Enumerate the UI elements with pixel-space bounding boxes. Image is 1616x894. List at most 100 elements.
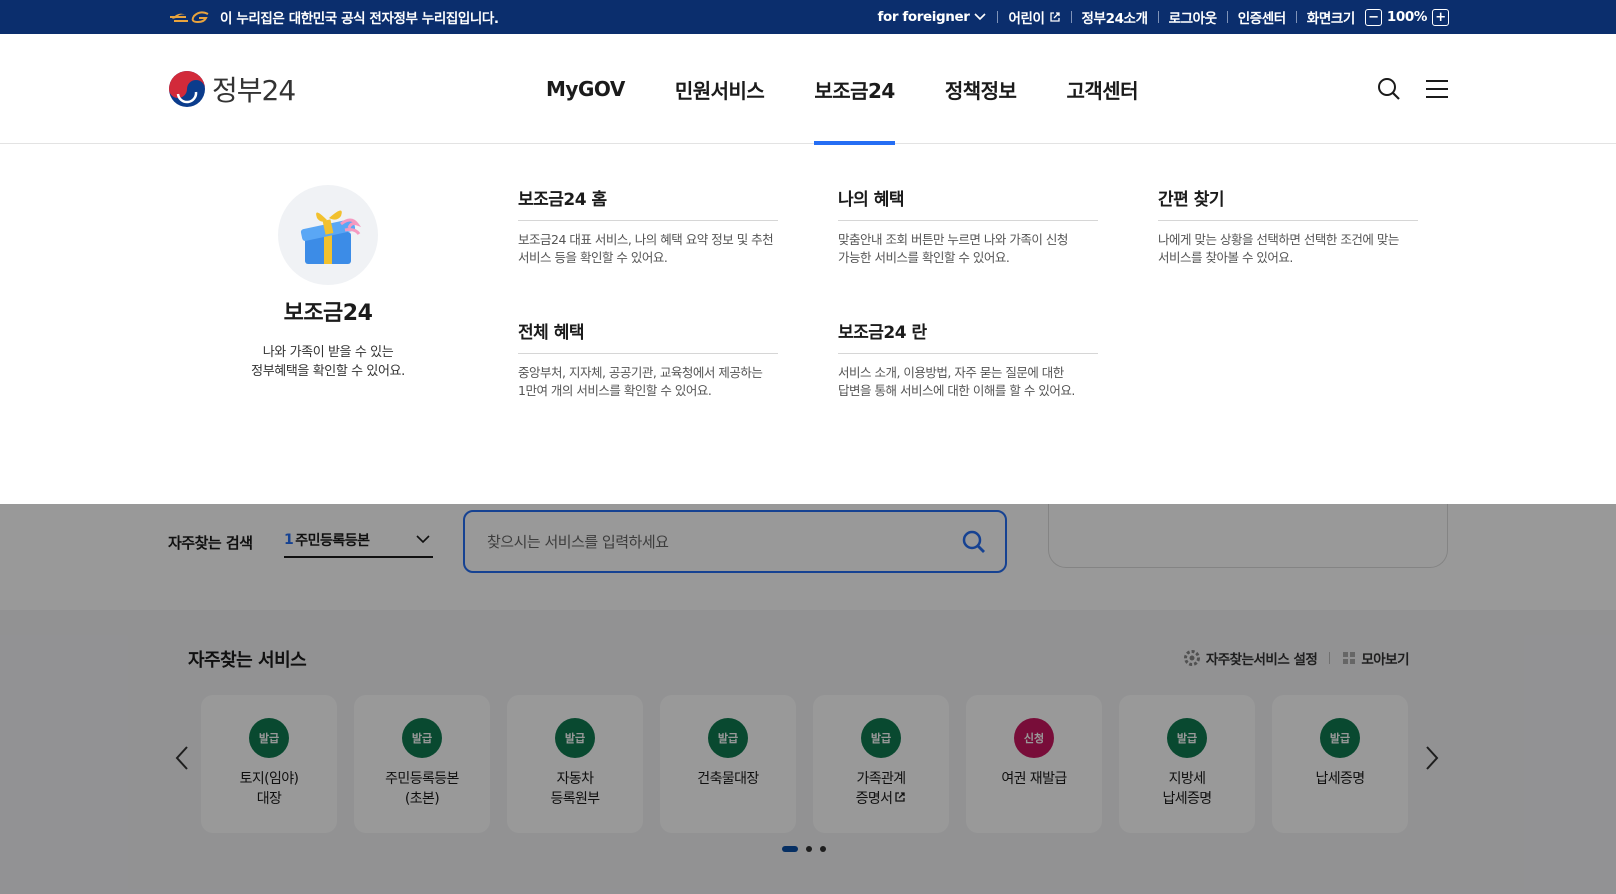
menu-subsidy24-home[interactable]: 보조금24 홈 보조금24 대표 서비스, 나의 혜택 요약 정보 및 추천 서비…: [518, 185, 778, 267]
mega-intro: 보조금24 나와 가족이 받을 수 있는 정부혜택을 확인할 수 있어요.: [228, 185, 428, 381]
service-name-line2: 납세증명: [1162, 791, 1212, 807]
settings-label: 자주찾는서비스 설정: [1205, 652, 1318, 668]
menu-item-desc: 보조금24 대표 서비스, 나의 혜택 요약 정보 및 추천서비스 등을 확인할…: [518, 231, 778, 267]
menu-item-title: 간편 찾기: [1158, 185, 1418, 221]
menu-item-desc-line1: 보조금24 대표 서비스, 나의 혜택 요약 정보 및 추천: [518, 232, 774, 247]
about-gov24-link[interactable]: 정부24소개: [1082, 7, 1148, 27]
service-search-box[interactable]: [463, 510, 1007, 573]
zoom-in-button[interactable]: +: [1432, 8, 1449, 26]
menu-subsidy24-about[interactable]: 보조금24 란 서비스 소개, 이용방법, 자주 묻는 질문에 대한 답변을 통해…: [838, 318, 1098, 400]
gov24-logo[interactable]: 정부24: [168, 69, 296, 109]
divider: [997, 11, 999, 23]
service-card[interactable]: 발급 자동차등록원부: [507, 695, 643, 833]
search-icon[interactable]: [961, 529, 987, 555]
frequent-search-select[interactable]: 1 주민등록등본: [284, 524, 433, 558]
service-name: 건축물대장: [697, 769, 759, 789]
main-content: 자주찾는 검색 1 주민등록등본 자주찾는 서비스 자주찾는서비스 설정: [0, 494, 1616, 894]
utility-links: for foreigner 어린이 정부24소개 로그아웃 인증센터 화면크기 …: [877, 0, 1449, 34]
zoom-value: 100%: [1386, 9, 1428, 25]
frequent-services-settings-button[interactable]: 자주찾는서비스 설정: [1183, 648, 1318, 668]
gear-icon: [1183, 650, 1200, 666]
service-search-input[interactable]: [485, 530, 945, 554]
service-name-line1: 여권 재발급: [1001, 771, 1067, 787]
menu-item-desc-line1: 나에게 맞는 상황을 선택하면 선택한 조건에 맞는: [1158, 232, 1399, 247]
service-name-line2: (초본): [404, 791, 440, 807]
arrow-left-icon[interactable]: [174, 744, 190, 772]
issue-badge: 발급: [402, 718, 442, 758]
apply-badge: 신청: [1014, 718, 1054, 758]
for-foreigner-link[interactable]: for foreigner: [877, 9, 987, 25]
service-card[interactable]: 발급 토지(임야) 대장: [201, 695, 337, 833]
menu-quick-find[interactable]: 간편 찾기 나에게 맞는 상황을 선택하면 선택한 조건에 맞는서비스를 찾아볼…: [1158, 185, 1418, 267]
zoom-out-button[interactable]: −: [1364, 8, 1382, 26]
view-all-button[interactable]: 모아보기: [1342, 648, 1409, 668]
menu-item-desc: 맞춤안내 조회 버튼만 누르면 나와 가족이 신청 가능한 서비스를 확인할 수 …: [838, 231, 1098, 267]
menu-item-title: 나의 혜택: [838, 185, 1098, 221]
service-card[interactable]: 발급 건축물대장: [660, 695, 796, 833]
nav-customer-center[interactable]: 고객센터: [1066, 34, 1138, 144]
service-name: 가족관계 증명서: [856, 769, 907, 809]
hamburger-menu-icon[interactable]: [1424, 76, 1450, 102]
official-notice: 이 누리집은 대한민국 공식 전자정부 누리집입니다.: [168, 0, 499, 34]
arrow-right-icon[interactable]: [1424, 744, 1440, 772]
carousel-pagination: [782, 846, 826, 852]
issue-badge: 발급: [1167, 718, 1207, 758]
menu-item-title: 전체 혜택: [518, 318, 778, 354]
nav-civil-services[interactable]: 민원서비스: [675, 34, 765, 144]
service-name-line2: 증명서: [855, 791, 893, 807]
service-name: 납세증명: [1315, 769, 1365, 789]
service-name-line2: 등록원부: [550, 791, 600, 807]
menu-item-desc-line2: 서비스 등을 확인할 수 있어요.: [518, 250, 668, 265]
logout-label: 로그아웃: [1168, 11, 1217, 27]
menu-item-desc-line2: 서비스를 찾아볼 수 있어요.: [1158, 250, 1293, 265]
divider: [1295, 11, 1297, 23]
menu-item-desc: 서비스 소개, 이용방법, 자주 묻는 질문에 대한답변을 통해 서비스에 대한…: [838, 364, 1098, 400]
service-card[interactable]: 발급 지방세납세증명: [1119, 695, 1255, 833]
carousel-dot[interactable]: [820, 846, 826, 852]
nav-subsidy24[interactable]: 보조금24: [814, 34, 895, 145]
carousel-dot[interactable]: [782, 846, 798, 852]
frequent-services-section: 자주찾는 서비스 자주찾는서비스 설정 모아보기 발급 토지(임야) 대장 발급…: [0, 610, 1616, 894]
menu-item-desc-line1: 서비스 소개, 이용방법, 자주 묻는 질문에 대한: [838, 365, 1064, 380]
top-notice-bar: 이 누리집은 대한민국 공식 전자정부 누리집입니다. for foreigne…: [0, 0, 1616, 34]
frequent-services-heading: 자주찾는 서비스: [188, 650, 307, 671]
external-link-icon: [1049, 12, 1060, 22]
menu-item-desc: 중앙부처, 지자체, 공공기관, 교육청에서 제공하는 1만여 개의 서비스를 확…: [518, 364, 778, 400]
service-name-line1: 토지(임야): [239, 771, 299, 787]
zoom-label: 화면크기: [1306, 11, 1355, 27]
service-name-line1: 주민등록등본: [385, 771, 459, 787]
taegeuk-logo-icon: [169, 71, 205, 107]
menu-my-benefits[interactable]: 나의 혜택 맞춤안내 조회 버튼만 누르면 나와 가족이 신청 가능한 서비스를 …: [838, 185, 1098, 267]
service-card[interactable]: 발급 가족관계 증명서: [813, 695, 949, 833]
side-summary-card: [1048, 494, 1448, 568]
divider: [1157, 11, 1159, 23]
cert-center-link[interactable]: 인증센터: [1238, 7, 1286, 27]
menu-item-desc-line1: 맞춤안내 조회 버튼만 누르면 나와 가족이 신청: [838, 232, 1068, 247]
menu-item-desc-line2: 1만여 개의 서비스를 확인할 수 있어요.: [518, 383, 712, 398]
carousel-dot[interactable]: [806, 846, 812, 852]
divider: [1329, 652, 1331, 664]
frequent-services-tools: 자주찾는서비스 설정 모아보기: [1183, 648, 1409, 668]
service-card[interactable]: 발급 주민등록등본 (초본): [354, 695, 490, 833]
notice-text: 이 누리집은 대한민국 공식 전자정부 누리집입니다.: [220, 11, 499, 27]
service-name-line1: 지방세: [1168, 771, 1206, 787]
service-name: 자동차등록원부: [550, 769, 600, 809]
mega-intro-title: 보조금24: [283, 301, 373, 326]
logout-link[interactable]: 로그아웃: [1169, 7, 1217, 27]
nav-policy-info[interactable]: 정책정보: [945, 34, 1017, 144]
menu-item-desc-line2: 답변을 통해 서비스에 대한 이해를 할 수 있어요.: [838, 383, 1075, 398]
issue-badge: 발급: [555, 718, 595, 758]
logo-text: 정부24: [212, 74, 296, 107]
kids-link[interactable]: 어린이: [1008, 7, 1060, 27]
service-card[interactable]: 신청 여권 재발급: [966, 695, 1102, 833]
menu-all-benefits[interactable]: 전체 혜택 중앙부처, 지자체, 공공기관, 교육청에서 제공하는 1만여 개의 …: [518, 318, 778, 400]
service-name-line1: 자동차: [556, 771, 594, 787]
frequent-search-rank: 1: [284, 532, 294, 548]
search-icon[interactable]: [1376, 76, 1402, 102]
cert-center-label: 인증센터: [1237, 11, 1286, 27]
service-name: 여권 재발급: [1001, 769, 1067, 789]
kids-label: 어린이: [1008, 11, 1045, 27]
nav-mygov[interactable]: MyGOV: [546, 34, 625, 144]
service-card[interactable]: 발급 납세증명: [1272, 695, 1408, 833]
issue-badge: 발급: [861, 718, 901, 758]
